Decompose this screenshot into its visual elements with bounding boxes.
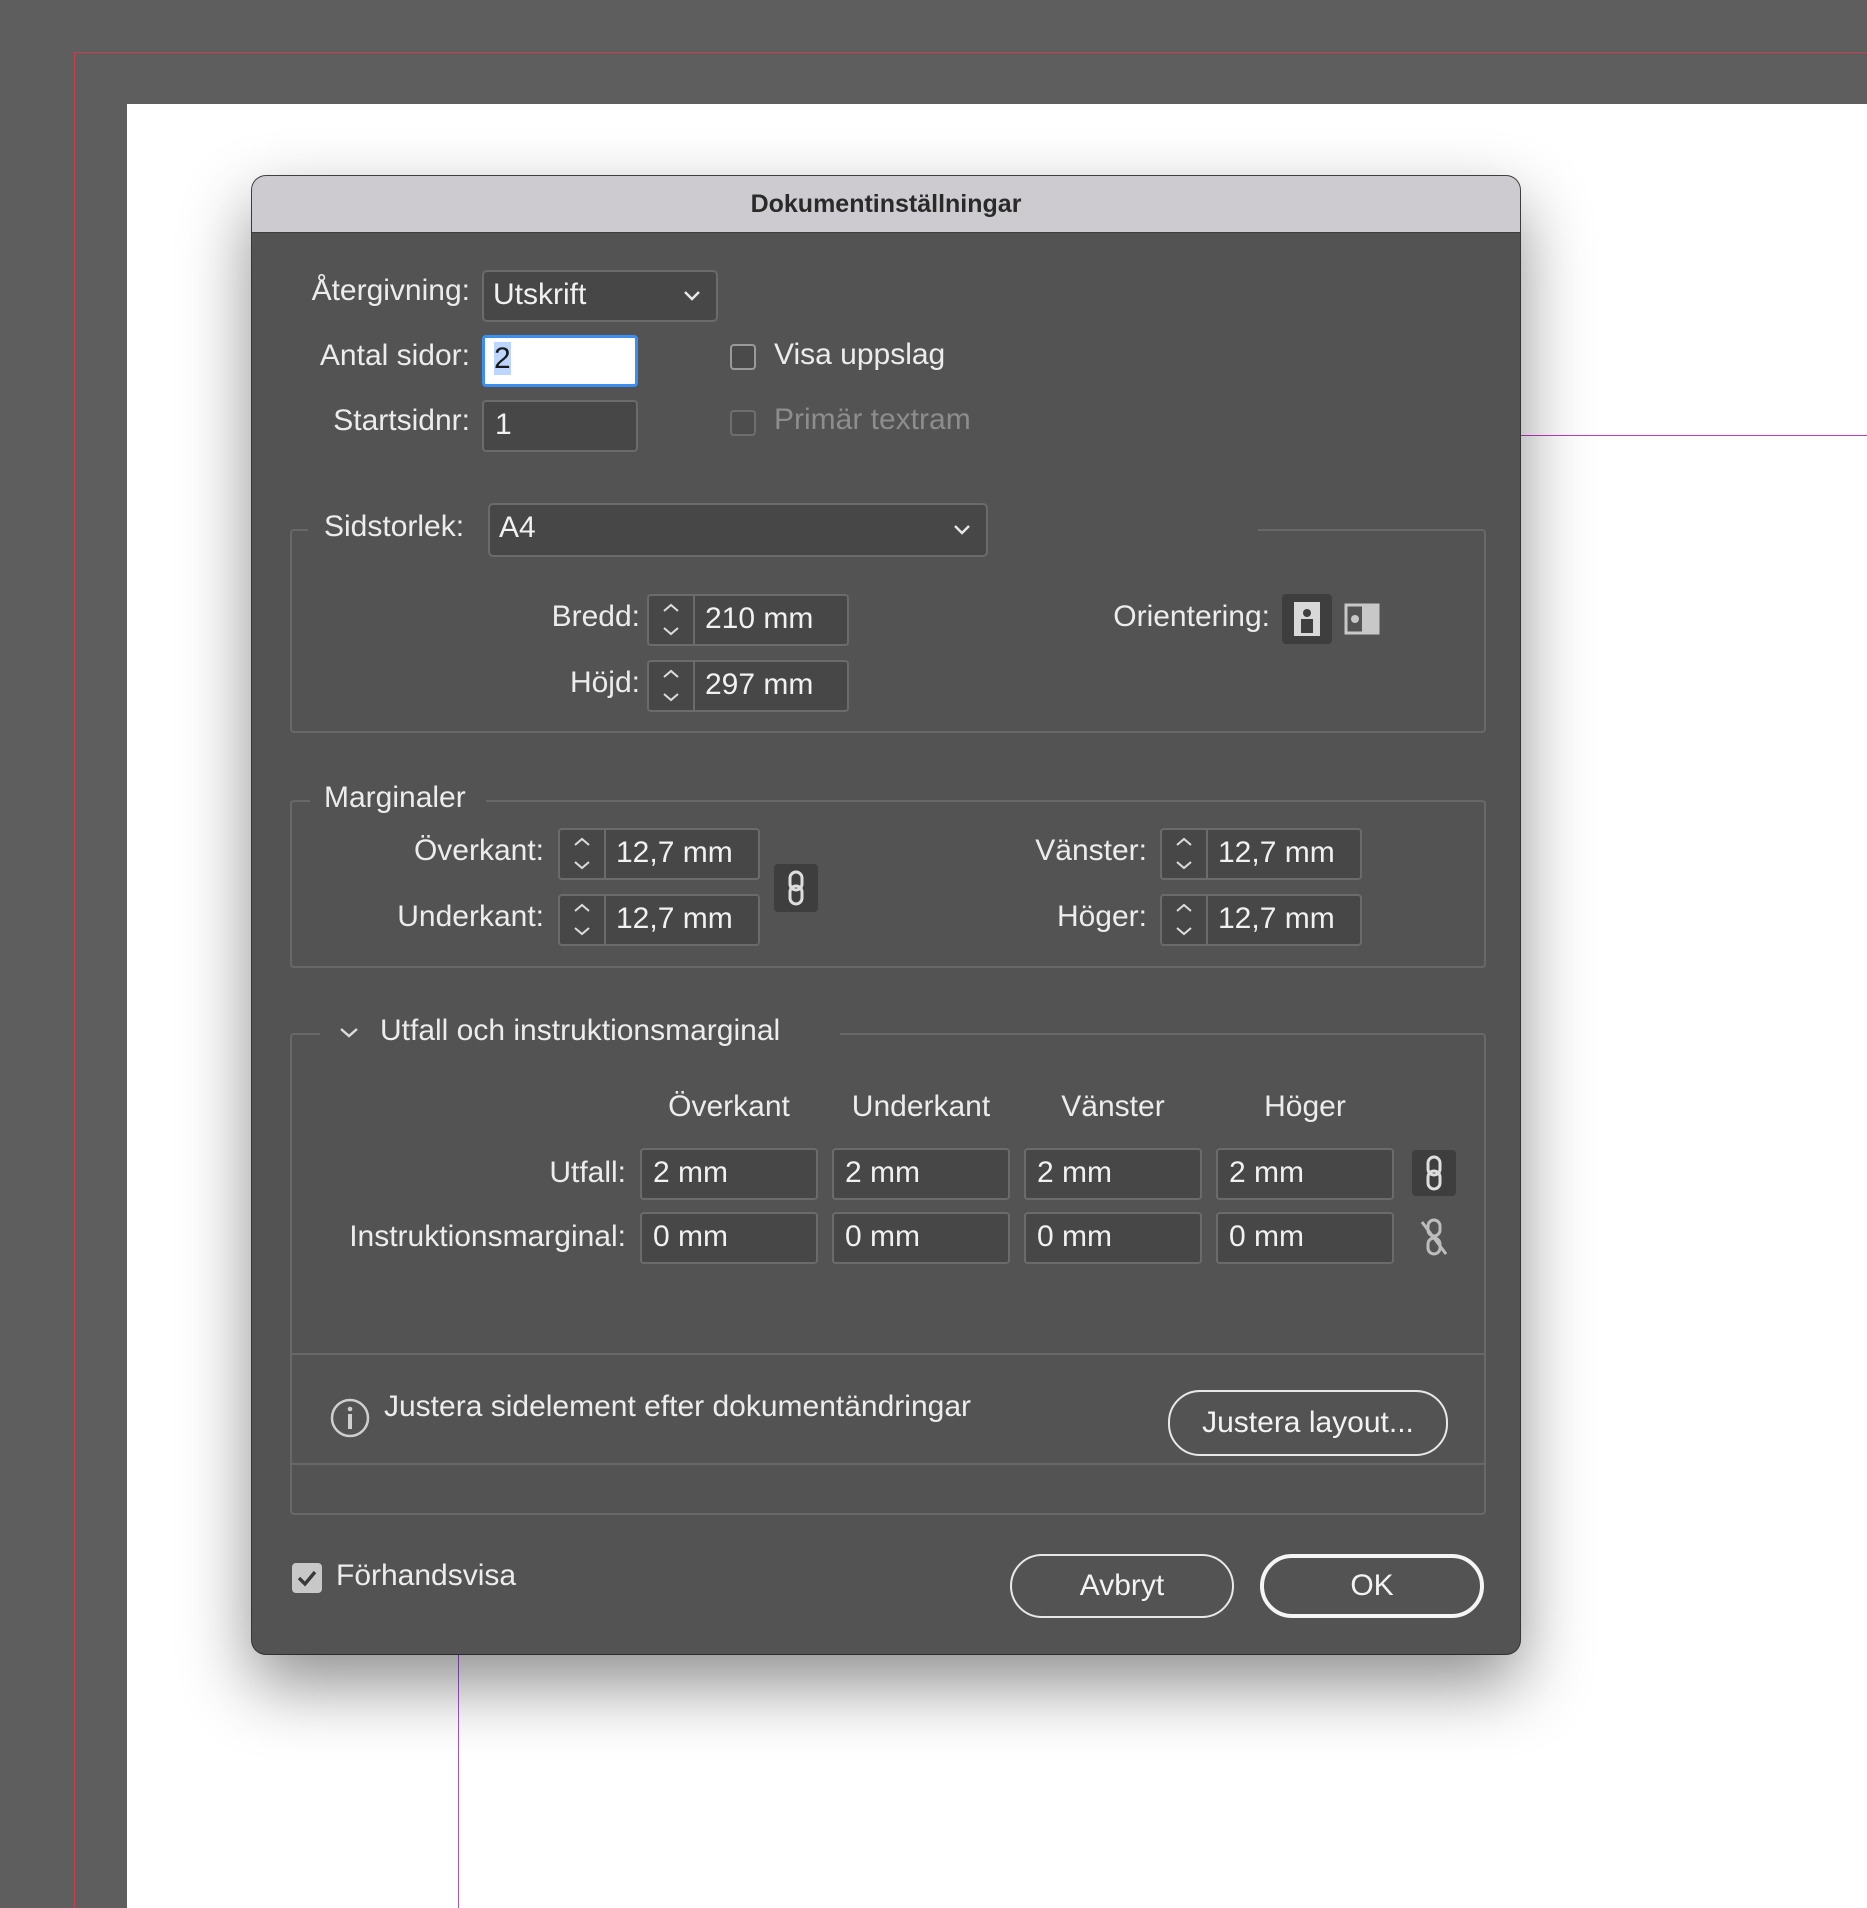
- bleed-bottom-input[interactable]: 2 mm: [832, 1148, 1010, 1200]
- stepper-arrows-icon[interactable]: [649, 596, 695, 644]
- page-size-label: Sidstorlek:: [324, 510, 465, 543]
- preview-label: Förhandsvisa: [336, 1559, 517, 1592]
- portrait-orientation-button[interactable]: [1282, 594, 1332, 644]
- height-label: Höjd:: [569, 666, 640, 699]
- rendering-label: Återgivning:: [311, 274, 470, 307]
- start-page-input[interactable]: 1: [482, 400, 638, 452]
- width-stepper[interactable]: 210 mm: [647, 594, 849, 646]
- bleed-left-input[interactable]: 2 mm: [1024, 1148, 1202, 1200]
- bleed-guide-vertical: [74, 52, 75, 1908]
- num-pages-label: Antal sidor:: [319, 339, 470, 372]
- primary-text-frame-checkbox[interactable]: [730, 410, 756, 436]
- bleed-slug-legend: Utfall och instruktionsmarginal: [380, 1014, 781, 1047]
- checkmark-icon: [297, 1570, 317, 1587]
- page-size-value: A4: [499, 511, 536, 544]
- start-page-value: 1: [495, 408, 512, 441]
- adjust-layout-button[interactable]: Justera layout...: [1168, 1390, 1448, 1456]
- portrait-icon: [1294, 602, 1320, 636]
- chevron-down-icon: [340, 1028, 358, 1038]
- bleed-label: Utfall:: [549, 1156, 626, 1189]
- stepper-arrows-icon[interactable]: [1162, 896, 1208, 944]
- bleed-right-input[interactable]: 2 mm: [1216, 1148, 1394, 1200]
- bleed-top-input[interactable]: 2 mm: [640, 1148, 818, 1200]
- bleed-link-button[interactable]: [1412, 1150, 1456, 1196]
- document-setup-dialog: Dokumentinställningar Återgivning: Utskr…: [252, 176, 1520, 1654]
- primary-text-frame-label: Primär textram: [774, 403, 971, 436]
- orientation-label: Orientering:: [1113, 600, 1270, 633]
- margins-link-button[interactable]: [774, 864, 818, 912]
- margin-right-stepper[interactable]: 12,7 mm: [1160, 894, 1362, 946]
- width-value: 210 mm: [705, 602, 814, 635]
- column-top: Överkant: [668, 1090, 790, 1123]
- landscape-icon: [1344, 603, 1380, 635]
- margins-legend: Marginaler: [324, 781, 466, 814]
- margin-top-label: Överkant:: [413, 834, 544, 867]
- width-label: Bredd:: [551, 600, 640, 633]
- adjust-info-text: Justera sidelement efter dokumentändring…: [384, 1390, 971, 1423]
- ok-button[interactable]: OK: [1260, 1554, 1484, 1618]
- facing-pages-label: Visa uppslag: [774, 338, 946, 371]
- dialog-title: Dokumentinställningar: [252, 176, 1520, 233]
- rendering-select[interactable]: Utskrift: [482, 270, 718, 322]
- height-value: 297 mm: [705, 668, 814, 701]
- slug-link-button[interactable]: [1412, 1214, 1456, 1260]
- stepper-arrows-icon[interactable]: [560, 830, 606, 878]
- stepper-arrows-icon[interactable]: [649, 662, 695, 710]
- margin-guide-vertical: [458, 1650, 459, 1908]
- stepper-arrows-icon[interactable]: [1162, 830, 1208, 878]
- num-pages-value: 2: [494, 342, 511, 375]
- bleed-slug-disclosure[interactable]: [332, 1016, 366, 1050]
- margin-top-stepper[interactable]: 12,7 mm: [558, 828, 760, 880]
- column-left: Vänster: [1061, 1090, 1165, 1123]
- slug-right-input[interactable]: 0 mm: [1216, 1212, 1394, 1264]
- margin-left-value: 12,7 mm: [1218, 836, 1335, 869]
- broken-link-icon: [1420, 1218, 1448, 1256]
- start-page-label: Startsidnr:: [333, 404, 470, 437]
- margin-right-value: 12,7 mm: [1218, 902, 1335, 935]
- cancel-button[interactable]: Avbryt: [1010, 1554, 1234, 1618]
- facing-pages-checkbox[interactable]: [730, 344, 756, 370]
- preview-checkbox[interactable]: [292, 1563, 322, 1593]
- bleed-guide-horizontal: [74, 52, 1867, 53]
- margin-top-value: 12,7 mm: [616, 836, 733, 869]
- margin-bottom-label: Underkant:: [397, 900, 544, 933]
- stepper-arrows-icon[interactable]: [560, 896, 606, 944]
- column-bottom: Underkant: [851, 1090, 991, 1123]
- num-pages-input[interactable]: 2: [482, 335, 638, 387]
- margin-bottom-stepper[interactable]: 12,7 mm: [558, 894, 760, 946]
- margin-right-label: Höger:: [1056, 900, 1147, 933]
- chevron-down-icon: [684, 291, 700, 301]
- slug-left-input[interactable]: 0 mm: [1024, 1212, 1202, 1264]
- chain-link-icon: [788, 870, 804, 906]
- chevron-down-icon: [954, 525, 970, 535]
- info-icon: [328, 1396, 372, 1440]
- page-size-select[interactable]: A4: [488, 503, 988, 557]
- margin-left-stepper[interactable]: 12,7 mm: [1160, 828, 1362, 880]
- column-right: Höger: [1264, 1090, 1346, 1123]
- slug-top-input[interactable]: 0 mm: [640, 1212, 818, 1264]
- margin-left-label: Vänster:: [1035, 834, 1147, 867]
- chain-link-icon: [1426, 1155, 1442, 1191]
- rendering-value: Utskrift: [493, 278, 587, 311]
- height-stepper[interactable]: 297 mm: [647, 660, 849, 712]
- slug-label: Instruktionsmarginal:: [349, 1220, 626, 1253]
- landscape-orientation-button[interactable]: [1340, 596, 1386, 642]
- slug-bottom-input[interactable]: 0 mm: [832, 1212, 1010, 1264]
- margin-bottom-value: 12,7 mm: [616, 902, 733, 935]
- margin-guide-horizontal: [1520, 435, 1867, 436]
